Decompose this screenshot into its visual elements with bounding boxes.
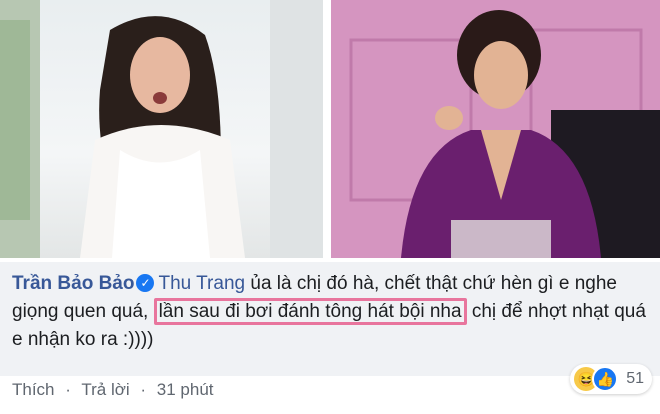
comment-text: Trần Bảo Bảo ✓ Thu Trang ủa là chị đó hà, … [12,270,652,354]
comment-author[interactable]: Trần Bảo Bảo [12,273,134,294]
photo-left [0,0,323,258]
comment-timestamp[interactable]: 31 phút [157,380,214,399]
reaction-count: 51 [626,370,644,387]
reply-button[interactable]: Trả lời [81,380,129,399]
like-button[interactable]: Thích [12,380,55,399]
comment-actions: Thích · Trả lời · 31 phút [12,380,220,400]
photo-divider [323,0,331,258]
action-separator: · [65,380,71,399]
photo-right [331,0,660,258]
comment-highlight: lần sau đi bơi đánh tông hát bội nha [153,298,467,325]
comment-mention[interactable]: Thu Trang [158,273,245,294]
photo-right-illustration [331,0,660,258]
reactions-summary[interactable]: 😆 👍 51 [570,364,652,394]
photo-left-illustration [0,0,323,258]
action-separator: · [140,380,147,399]
verified-badge-icon: ✓ [136,274,155,292]
like-icon: 👍 [592,366,619,392]
